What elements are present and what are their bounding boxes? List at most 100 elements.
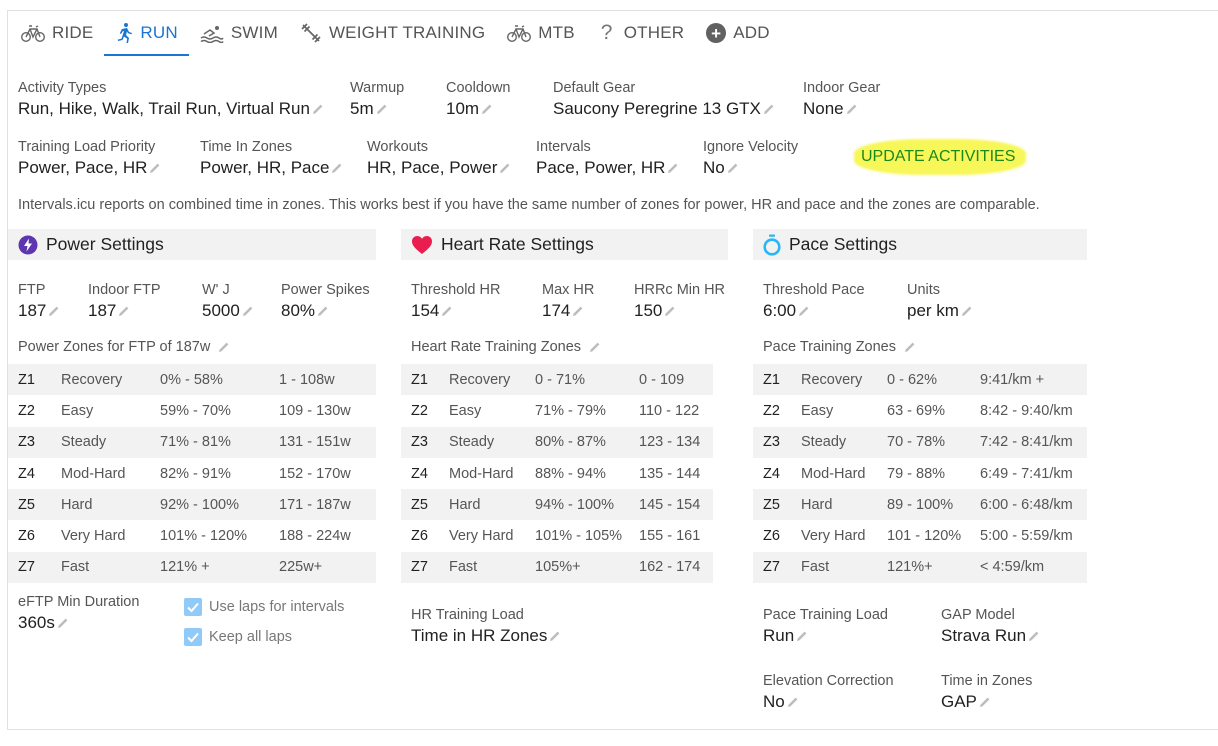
pencil-icon[interactable]: [796, 630, 808, 642]
threshold-pace-value[interactable]: 6:00: [763, 301, 810, 321]
zone-id: Z5: [411, 496, 428, 513]
pencil-icon[interactable]: [798, 305, 810, 317]
units-value[interactable]: per km: [907, 301, 973, 321]
pencil-icon[interactable]: [57, 617, 69, 629]
pencil-icon[interactable]: [118, 305, 130, 317]
tab-weight-training[interactable]: WEIGHT TRAINING: [289, 10, 496, 56]
pencil-icon[interactable]: [218, 341, 230, 353]
pencil-icon[interactable]: [48, 305, 60, 317]
pencil-icon[interactable]: [317, 305, 329, 317]
wj-value[interactable]: 5000: [202, 301, 254, 321]
threshold-hr-value[interactable]: 154: [411, 301, 453, 321]
pencil-icon[interactable]: [481, 103, 493, 115]
zone-row: Z7 Fast 121% + 225w+: [8, 551, 376, 584]
pencil-icon[interactable]: [572, 305, 584, 317]
tab-mtb[interactable]: MTB: [496, 10, 585, 56]
zone-name: Very Hard: [801, 528, 866, 545]
zone-row: Z4 Mod-Hard 82% - 91% 152 - 170w: [8, 458, 376, 489]
tab-ride[interactable]: RIDE: [10, 10, 104, 56]
zone-percent: 71% - 79%: [535, 402, 606, 419]
pencil-icon[interactable]: [763, 103, 775, 115]
zone-id: Z3: [411, 434, 428, 451]
pace-time-in-zones-value[interactable]: GAP: [941, 692, 991, 712]
tab-swim[interactable]: SWIM: [189, 10, 289, 56]
tab-run[interactable]: RUN: [104, 10, 190, 56]
pencil-icon[interactable]: [441, 305, 453, 317]
pencil-icon[interactable]: [727, 162, 739, 174]
zone-id: Z1: [411, 371, 428, 388]
tab-label: RUN: [140, 23, 178, 42]
pace-zones-table: Z1 Recovery 0 - 62% 9:41/km + Z2 Easy 63 - 69%…: [753, 364, 1087, 584]
zone-row: Z4 Mod-Hard 88% - 94% 135 - 144: [401, 458, 713, 489]
intervals-value[interactable]: Pace, Power, HR: [536, 158, 679, 178]
zone-percent: 63 - 69%: [887, 402, 946, 419]
zone-id: Z5: [18, 496, 35, 513]
gap-model-value[interactable]: Strava Run: [941, 626, 1040, 646]
pace-training-load-value[interactable]: Run: [763, 626, 808, 646]
ignore-velocity-value[interactable]: No: [703, 158, 739, 178]
ftp-value[interactable]: 187: [18, 301, 60, 321]
pencil-icon[interactable]: [904, 341, 916, 353]
pencil-icon[interactable]: [1028, 630, 1040, 642]
zone-range: 7:42 - 8:41/km: [980, 434, 1073, 451]
default-gear-label: Default Gear: [553, 80, 636, 96]
zone-range: 109 - 130w: [279, 402, 351, 419]
pencil-icon[interactable]: [331, 162, 343, 174]
pencil-icon[interactable]: [787, 696, 799, 708]
time-in-zones-value[interactable]: Power, HR, Pace: [200, 158, 343, 178]
tab-other[interactable]: ? OTHER: [586, 10, 696, 56]
zone-name: Hard: [449, 496, 481, 513]
indoor-ftp-value[interactable]: 187: [88, 301, 130, 321]
heart-icon: [412, 235, 432, 254]
zone-id: Z3: [18, 434, 35, 451]
pencil-icon[interactable]: [846, 103, 858, 115]
tab-add[interactable]: + ADD: [695, 10, 781, 56]
tab-label: RIDE: [52, 23, 94, 42]
zone-percent: 92% - 100%: [160, 496, 239, 513]
pencil-icon[interactable]: [979, 696, 991, 708]
hrrc-min-hr-value[interactable]: 150: [634, 301, 676, 321]
pencil-icon[interactable]: [589, 341, 601, 353]
zone-percent: 59% - 70%: [160, 402, 231, 419]
zone-percent: 80% - 87%: [535, 434, 606, 451]
pencil-icon[interactable]: [664, 305, 676, 317]
keep-all-laps-checkbox[interactable]: Keep all laps: [184, 628, 292, 646]
default-gear-value[interactable]: Saucony Peregrine 13 GTX: [553, 99, 775, 119]
warmup-value[interactable]: 5m: [350, 99, 388, 119]
pencil-icon[interactable]: [242, 305, 254, 317]
use-laps-checkbox[interactable]: Use laps for intervals: [184, 598, 344, 616]
power-spikes-value[interactable]: 80%: [281, 301, 329, 321]
zone-name: Very Hard: [61, 528, 126, 545]
zone-percent: 71% - 81%: [160, 434, 231, 451]
pencil-icon[interactable]: [149, 162, 161, 174]
cooldown-value[interactable]: 10m: [446, 99, 493, 119]
activity-types-value[interactable]: Run, Hike, Walk, Trail Run, Virtual Run: [18, 99, 324, 119]
indoor-gear-value[interactable]: None: [803, 99, 858, 119]
power-zones-title[interactable]: Power Zones for FTP of 187w: [18, 339, 230, 355]
zone-id: Z7: [763, 559, 780, 576]
pace-zones-title[interactable]: Pace Training Zones: [763, 339, 916, 355]
max-hr-value[interactable]: 174: [542, 301, 584, 321]
update-activities-button[interactable]: UPDATE ACTIVITIES: [854, 139, 1026, 175]
eftp-min-duration-value[interactable]: 360s: [18, 613, 69, 633]
elevation-correction-value[interactable]: No: [763, 692, 799, 712]
zone-range: 110 - 122: [639, 402, 700, 419]
swimmer-icon: [200, 26, 224, 43]
zone-row: Z6 Very Hard 101% - 120% 188 - 224w: [8, 520, 376, 551]
power-spikes-label: Power Spikes: [281, 282, 370, 298]
pencil-icon[interactable]: [961, 305, 973, 317]
activity-types-label: Activity Types: [18, 80, 107, 96]
hr-zones-title[interactable]: Heart Rate Training Zones: [411, 339, 601, 355]
stopwatch-icon: [763, 234, 781, 256]
workouts-value[interactable]: HR, Pace, Power: [367, 158, 511, 178]
training-load-priority-value[interactable]: Power, Pace, HR: [18, 158, 161, 178]
pencil-icon[interactable]: [667, 162, 679, 174]
elevation-correction-label: Elevation Correction: [763, 673, 894, 689]
pencil-icon[interactable]: [312, 103, 324, 115]
zone-id: Z6: [411, 528, 428, 545]
pencil-icon[interactable]: [376, 103, 388, 115]
hr-training-load-value[interactable]: Time in HR Zones: [411, 626, 561, 646]
pencil-icon[interactable]: [499, 162, 511, 174]
pencil-icon[interactable]: [549, 630, 561, 642]
zone-row: Z3 Steady 70 - 78% 7:42 - 8:41/km: [753, 426, 1087, 458]
